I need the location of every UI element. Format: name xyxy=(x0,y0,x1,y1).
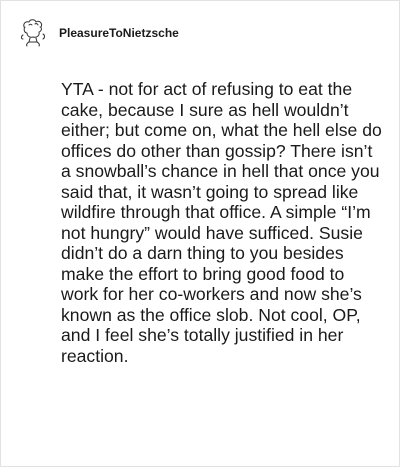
comment-header: PleasureToNietzsche xyxy=(17,17,179,49)
comment-text: YTA - not for act of refusing to eat the… xyxy=(61,79,382,366)
username[interactable]: PleasureToNietzsche xyxy=(59,26,179,40)
sketch-avatar-icon[interactable] xyxy=(17,17,49,49)
comment-card: PleasureToNietzsche YTA - not for act of… xyxy=(0,0,400,467)
